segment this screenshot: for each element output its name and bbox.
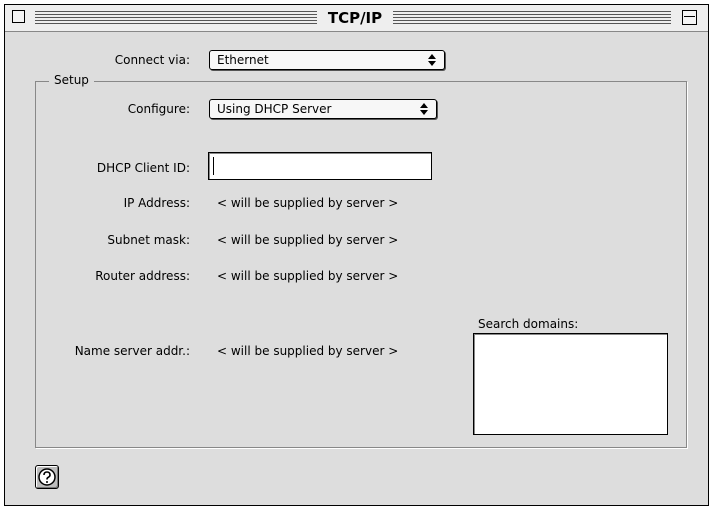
up-down-arrows-icon — [420, 103, 428, 115]
ip-address-label: IP Address: — [123, 196, 190, 210]
text-caret — [213, 157, 214, 175]
close-box-icon[interactable] — [12, 10, 25, 23]
router-address-label: Router address: — [95, 269, 190, 283]
search-domains-field[interactable] — [473, 333, 668, 435]
title-stripes-right — [393, 11, 671, 24]
configure-popup[interactable]: Using DHCP Server — [209, 99, 437, 119]
dhcp-client-id-field[interactable] — [208, 152, 432, 180]
name-server-value: < will be supplied by server > — [217, 344, 399, 358]
connect-via-value: Ethernet — [217, 53, 269, 67]
up-down-arrows-icon — [428, 54, 436, 66]
search-domains-label: Search domains: — [478, 317, 579, 331]
subnet-mask-label: Subnet mask: — [107, 233, 190, 247]
dhcp-client-id-label: DHCP Client ID: — [96, 161, 190, 175]
setup-group-label: Setup — [49, 73, 94, 87]
connect-via-popup[interactable]: Ethernet — [209, 50, 445, 70]
window-title: TCP/IP — [317, 8, 393, 28]
connect-via-label: Connect via: — [114, 53, 190, 67]
configure-label: Configure: — [127, 102, 190, 116]
router-address-value: < will be supplied by server > — [217, 269, 399, 283]
help-button[interactable] — [35, 465, 59, 489]
subnet-mask-value: < will be supplied by server > — [217, 233, 399, 247]
title-bar[interactable]: TCP/IP — [5, 5, 708, 32]
question-mark-icon — [38, 468, 56, 486]
title-stripes-left — [35, 11, 317, 24]
configure-value: Using DHCP Server — [217, 102, 332, 116]
zoom-box-icon[interactable] — [682, 10, 697, 25]
ip-address-value: < will be supplied by server > — [217, 196, 399, 210]
name-server-label: Name server addr.: — [74, 344, 190, 358]
tcpip-window: TCP/IP Connect via: Ethernet Setup Confi… — [4, 4, 709, 506]
